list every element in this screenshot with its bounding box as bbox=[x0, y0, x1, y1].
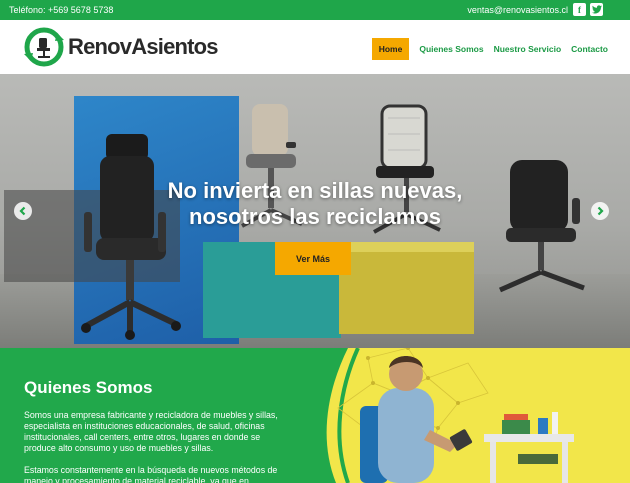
chevron-left-icon bbox=[19, 206, 26, 216]
site-logo[interactable]: RenovAsientos bbox=[24, 27, 219, 67]
office-chair-black-image bbox=[81, 134, 181, 340]
hero-title-line1: No invierta en sillas nuevas, bbox=[167, 178, 463, 203]
slider-next-button[interactable] bbox=[591, 202, 609, 220]
hero-title: No invierta en sillas nuevas, nosotros l… bbox=[120, 178, 510, 230]
nav-quienes-somos[interactable]: Quienes Somos bbox=[419, 40, 483, 58]
phone-number: Teléfono: +569 5678 5738 bbox=[9, 5, 114, 15]
facebook-icon[interactable]: f bbox=[573, 3, 586, 16]
chevron-right-icon bbox=[597, 206, 604, 216]
hero-title-line2: nosotros las reciclamos bbox=[189, 204, 441, 229]
site-header: RenovAsientos Home Quienes Somos Nuestro… bbox=[0, 20, 630, 74]
about-paragraph-1: Somos una empresa fabricante y reciclado… bbox=[24, 410, 278, 453]
nav-home[interactable]: Home bbox=[371, 38, 410, 60]
top-bar: Teléfono: +569 5678 5738 ventas@renovasi… bbox=[0, 0, 630, 20]
logo-text: RenovAsientos bbox=[68, 34, 219, 59]
about-title: Quienes Somos bbox=[24, 378, 153, 397]
man-with-tablet-photo bbox=[318, 348, 630, 483]
about-section: Quienes Somos Somos una empresa fabrican… bbox=[0, 348, 630, 483]
hero-slider: No invierta en sillas nuevas, nosotros l… bbox=[0, 74, 630, 348]
recycle-chair-logo-icon bbox=[24, 27, 64, 67]
contact-email-link[interactable]: ventas@renovasientos.cl bbox=[467, 5, 568, 15]
about-paragraph-2: Estamos constantemente en la búsqueda de… bbox=[24, 465, 278, 483]
yellow-block-decor bbox=[339, 252, 474, 334]
nav-nuestro-servicio[interactable]: Nuestro Servicio bbox=[494, 40, 562, 58]
slider-prev-button[interactable] bbox=[14, 202, 32, 220]
ver-mas-button[interactable]: Ver Más bbox=[275, 242, 351, 275]
nav-contacto[interactable]: Contacto bbox=[571, 40, 608, 58]
main-nav: Home Quienes Somos Nuestro Servicio Cont… bbox=[371, 38, 608, 60]
twitter-icon[interactable] bbox=[590, 3, 603, 16]
